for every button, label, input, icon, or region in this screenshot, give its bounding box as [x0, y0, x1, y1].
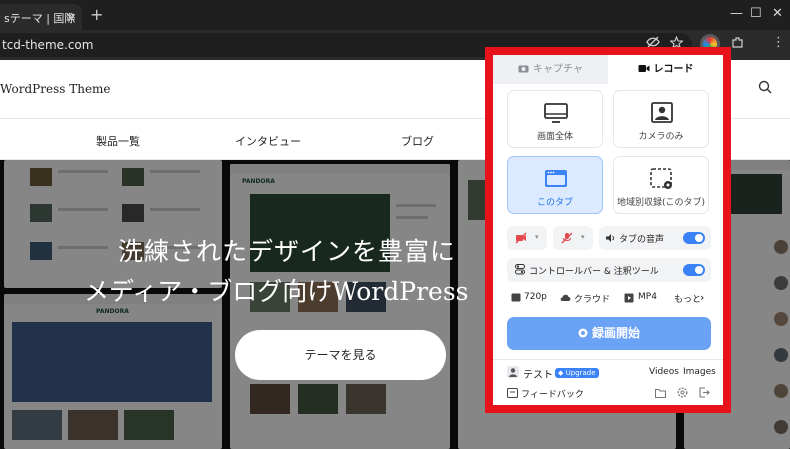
mode-label: カメラのみ [638, 132, 684, 142]
videos-link[interactable]: Videos [649, 367, 679, 377]
tab-record-label: レコード [653, 64, 694, 75]
mode-region-tab[interactable]: 地域別収録(このタブ) [613, 156, 709, 214]
extensions-puzzle-icon[interactable] [731, 36, 744, 49]
nav-item-blog[interactable]: ブログ [401, 133, 434, 149]
hd-icon [511, 293, 521, 302]
recorder-popup: キャプチャ レコード 画面全体 カメラのみ このタブ 地域別収録(このタブ) ▾… [493, 55, 723, 405]
new-tab-button[interactable]: + [90, 5, 103, 24]
region-select-icon [650, 168, 672, 189]
settings-gear-icon[interactable] [677, 387, 688, 398]
tab-audio-row: タブの音声 [599, 226, 711, 250]
control-bar-row: コントロールバー & 注釈ツール [507, 258, 711, 282]
feedback-link[interactable]: フィードバック [521, 387, 584, 400]
control-bar-label: コントロールバー & 注釈ツール [529, 267, 659, 277]
nav-item-products[interactable]: 製品一覧 [96, 133, 140, 149]
url-text: tcd-theme.com [2, 38, 94, 52]
view-themes-button[interactable]: テーマを見る [235, 330, 446, 380]
browser-menu-icon[interactable]: ⋮ [772, 35, 785, 50]
mode-full-screen[interactable]: 画面全体 [507, 90, 603, 148]
mode-camera-only[interactable]: カメラのみ [613, 90, 709, 148]
storage-selector[interactable]: クラウド [560, 291, 618, 305]
chevron-right-icon: › [700, 291, 705, 304]
site-logo[interactable]: WordPress Theme [0, 82, 111, 96]
monitor-icon [544, 103, 568, 123]
mode-label: 画面全体 [536, 132, 573, 142]
control-bar-switch[interactable] [683, 264, 705, 276]
camera-toggle[interactable]: ▾ [507, 226, 547, 250]
tab-audio-switch[interactable] [683, 232, 705, 244]
video-camera-icon [638, 65, 649, 72]
popup-footer: テスト ◆ Upgrade Videos Images フィードバック [493, 359, 723, 405]
tab-record[interactable]: レコード [608, 55, 723, 84]
upgrade-label: Upgrade [565, 369, 596, 377]
record-icon [578, 328, 588, 338]
microphone-off-icon [561, 232, 573, 244]
chevron-down-icon: ▾ [581, 233, 585, 241]
camera-off-icon [515, 232, 527, 244]
images-link[interactable]: Images [683, 367, 716, 377]
start-recording-button[interactable]: 録画開始 [507, 317, 711, 350]
nav-item-interview[interactable]: インタビュー [235, 133, 301, 149]
tab-title: sテーマ | 国際 [4, 12, 76, 25]
hero-subtitle: メディア・ブログ向けWordPress [84, 277, 469, 306]
tab-strip: sテーマ | 国際 ✕ + — ☐ ✕ [0, 0, 790, 30]
mode-this-tab[interactable]: このタブ [507, 156, 603, 214]
mode-label: このタブ [536, 198, 573, 208]
browser-tab-icon [545, 170, 567, 187]
user-name: テスト [523, 370, 553, 381]
folder-icon[interactable] [655, 388, 666, 398]
hero-title: 洗練されたデザインを豊富に [118, 237, 457, 266]
more-label: もっと [674, 295, 702, 305]
logout-icon[interactable] [699, 387, 710, 398]
speaker-icon [606, 234, 615, 242]
camera-person-icon [651, 102, 673, 123]
browser-tab[interactable]: sテーマ | 国際 ✕ [0, 4, 82, 30]
minimize-button[interactable]: — [730, 6, 743, 21]
chevron-down-icon: ▾ [535, 233, 539, 241]
maximize-button[interactable]: ☐ [750, 6, 762, 21]
upgrade-badge[interactable]: ◆ Upgrade [555, 368, 599, 378]
close-window-button[interactable]: ✕ [772, 6, 783, 21]
camera-icon [518, 65, 529, 73]
tab-capture-label: キャプチャ [533, 64, 583, 75]
toolbar-icon [515, 264, 525, 275]
feedback-icon [507, 388, 518, 398]
quality-value: 720p [524, 292, 547, 302]
quality-selector[interactable]: 720p [511, 291, 553, 305]
mode-label: 地域別収録(このタブ) [616, 198, 706, 208]
video-file-icon [624, 293, 634, 303]
cloud-upload-icon [560, 294, 571, 301]
search-icon[interactable] [758, 80, 772, 94]
microphone-toggle[interactable]: ▾ [553, 226, 593, 250]
close-tab-icon[interactable]: ✕ [66, 11, 76, 25]
start-recording-label: 録画開始 [591, 326, 640, 340]
user-avatar-icon[interactable] [507, 366, 519, 378]
more-settings-button[interactable]: もっと › [674, 291, 714, 305]
format-selector[interactable]: MP4 [624, 291, 670, 305]
tab-audio-label: タブの音声 [619, 235, 665, 245]
tab-capture[interactable]: キャプチャ [493, 55, 608, 84]
storage-value: クラウド [574, 295, 611, 305]
format-value: MP4 [638, 292, 657, 302]
